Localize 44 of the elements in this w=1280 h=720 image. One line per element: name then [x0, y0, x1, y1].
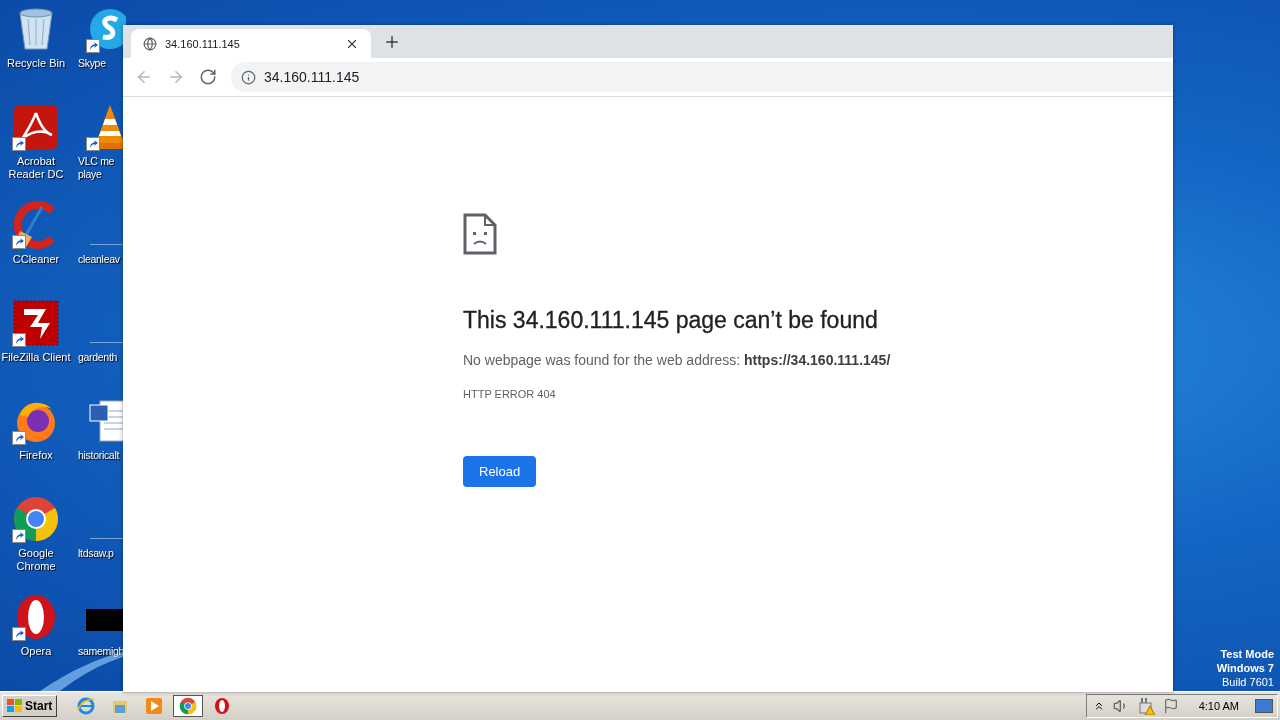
desktop-icon-label[interactable]: Skype — [78, 57, 124, 70]
action-center-flag-icon[interactable] — [1162, 698, 1179, 714]
reload-icon — [199, 68, 217, 86]
network-warning-icon[interactable] — [1136, 697, 1155, 715]
desktop-icon-label[interactable]: Recycle Bin — [0, 57, 72, 70]
chrome-icon — [12, 495, 60, 543]
desktop-icon-label[interactable]: ltdsaw.p — [78, 547, 124, 560]
media-player-icon — [145, 697, 164, 715]
chrome-icon — [179, 697, 198, 715]
desktop-icon-label[interactable]: samemigh — [78, 645, 124, 658]
show-desktop-icon[interactable] — [1255, 699, 1273, 713]
error-code: HTTP ERROR 404 — [463, 388, 556, 400]
globe-icon — [143, 36, 157, 51]
filezilla-icon — [12, 299, 60, 347]
opera-icon — [213, 697, 232, 715]
address-bar[interactable]: 34.160.111.145 — [231, 62, 1173, 92]
browser-tab[interactable]: 34.160.111.145 — [131, 29, 371, 58]
desktop-icon-label[interactable]: Opera — [0, 645, 72, 658]
taskbar-app-button[interactable] — [173, 695, 204, 717]
start-button[interactable]: Start — [2, 695, 58, 717]
desktop-icon-label[interactable]: gardenth — [78, 351, 124, 364]
info-icon — [241, 69, 256, 85]
os-notice-text: Test Mode — [1220, 647, 1274, 661]
desktop-icon-label[interactable]: VLC me playe — [78, 155, 124, 181]
desktop-icon-label[interactable]: historicalt — [78, 449, 124, 462]
reload-page-button[interactable]: Reload — [463, 456, 537, 487]
error-heading: This 34.160.111.145 page can’t be found — [463, 307, 878, 334]
windows-logo-icon — [7, 699, 23, 713]
desktop-icon-label[interactable]: Google Chrome — [0, 547, 72, 573]
os-notice-text: Windows 7 — [1216, 661, 1274, 675]
tab-title: 34.160.111.145 — [165, 37, 241, 50]
plus-icon — [383, 33, 401, 51]
sad-page-icon — [463, 213, 497, 255]
arrow-right-icon — [167, 68, 185, 86]
desktop-icon-label[interactable]: cleanleav — [78, 253, 124, 266]
desktop-icon-label[interactable]: FileZilla Client — [0, 351, 72, 364]
os-notice-text: Build 7601 — [1222, 675, 1274, 689]
internet-explorer-icon — [77, 697, 96, 715]
error-message: No webpage was found for the web address: https://34.160.111.145/ — [463, 352, 891, 368]
desktop-icon-label[interactable]: CCleaner — [0, 253, 72, 266]
desktop-icon-label[interactable]: Acrobat Reader DC — [0, 155, 72, 181]
pdf-app-icon — [12, 103, 60, 151]
clock-text: 4:10 AM — [1198, 700, 1239, 712]
desktop-icon-label[interactable]: Firefox — [0, 449, 72, 462]
